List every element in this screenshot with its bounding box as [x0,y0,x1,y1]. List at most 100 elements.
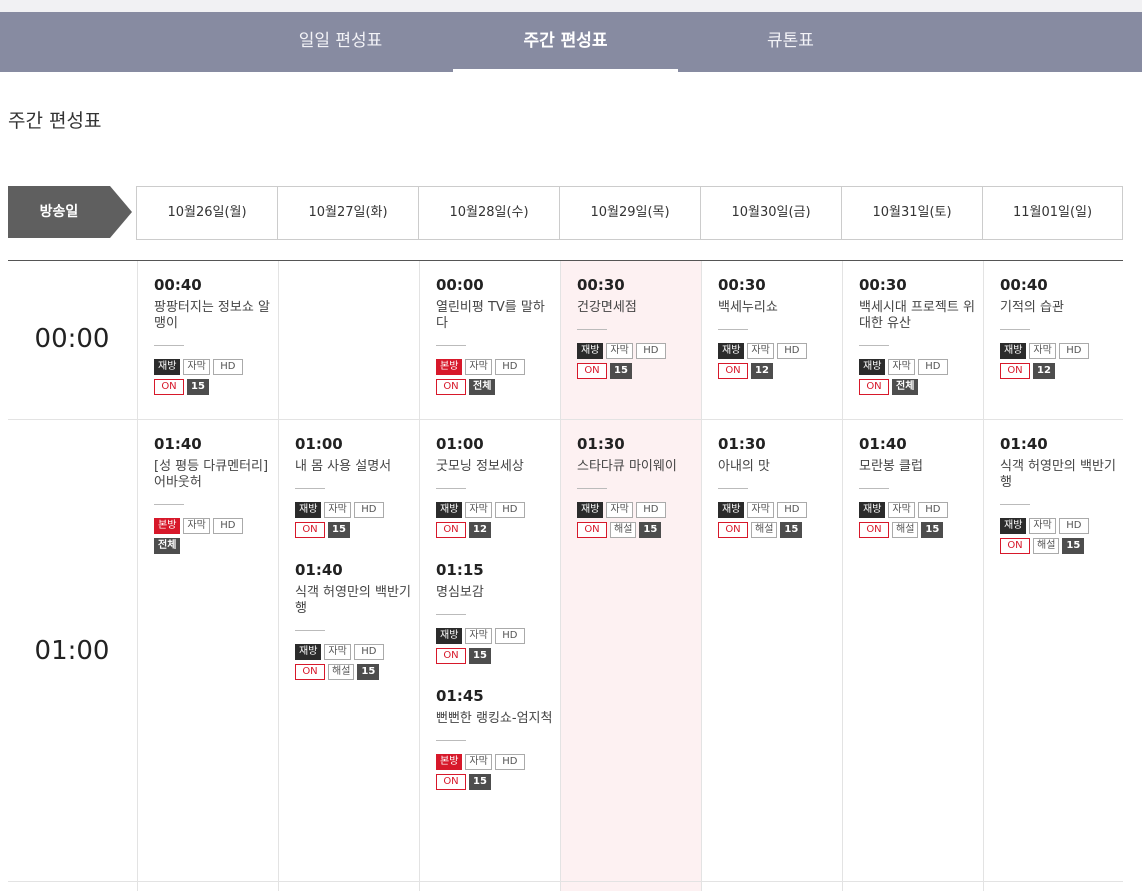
program-title[interactable]: 식객 허영만의 백반기행 [1000,459,1118,491]
program-item[interactable]: 00:40 기적의 습관 재방 자막 HD ON 12 [1000,275,1118,383]
column-divider [137,261,138,891]
separator [577,488,607,489]
separator [436,345,466,346]
age-rating-badge: 15 [357,664,380,680]
program-item[interactable]: 01:30 스타다큐 마이웨이 재방 자막 HD ON 해설 15 [577,434,695,542]
program-time: 00:00 [436,276,484,294]
program-title[interactable]: 내 몸 사용 설명서 [295,459,413,475]
separator [718,488,748,489]
on-badge: ON [295,522,325,538]
program-badges: 재방 자막 HD ON 전체 [859,359,977,395]
program-title[interactable]: 백세누리쇼 [718,300,836,316]
program-time: 01:15 [436,561,484,579]
description-badge: 해설 [328,664,355,680]
separator [859,345,889,346]
program-item[interactable]: 01:30 아내의 맛 재방 자막 HD ON 해설 15 [718,434,836,542]
program-badges: 재방 자막 HD ON 15 [295,502,413,538]
age-rating-badge: 전체 [892,379,919,395]
program-title[interactable]: 기적의 습관 [1000,300,1118,316]
program-title[interactable]: 굿모닝 정보세상 [436,459,554,475]
program-time: 01:45 [436,687,484,705]
program-time: 01:30 [577,435,625,453]
on-badge: ON [859,379,889,395]
separator [859,488,889,489]
first-run-badge: 본방 [436,754,463,770]
program-time: 01:00 [295,435,343,453]
on-badge: ON [1000,538,1030,554]
on-badge: ON [577,363,607,379]
program-badges: 재방 자막 HD ON 12 [436,502,554,538]
hd-badge: HD [494,502,525,518]
date-cell-1: 10월26일(월) [136,187,277,239]
program-title[interactable]: 팡팡터지는 정보쇼 알맹이 [154,300,272,332]
separator [436,614,466,615]
age-rating-badge: 12 [469,522,491,538]
row-divider [8,419,1123,420]
hd-badge: HD [635,502,666,518]
rerun-badge: 재방 [295,502,322,518]
date-cell-4: 10월29일(목) [559,187,700,239]
separator [577,329,607,330]
on-badge: ON [436,774,466,790]
subtitle-badge: 자막 [183,518,210,534]
separator [154,504,184,505]
program-item[interactable]: 01:00 굿모닝 정보세상 재방 자막 HD ON 12 [436,434,554,542]
program-item[interactable]: 00:00 열린비평 TV를 말하다 본방 자막 HD ON 전체 [436,275,554,399]
program-title[interactable]: 뻔뻔한 랭킹쇼-엄지척 [436,711,554,727]
program-badges: 재방 자막 HD ON 15 [154,359,272,395]
program-item[interactable]: 01:45 뻔뻔한 랭킹쇼-엄지척 본방 자막 HD ON 15 [436,686,554,794]
program-item[interactable]: 01:15 명심보감 재방 자막 HD ON 15 [436,560,554,668]
separator [436,488,466,489]
rerun-badge: 재방 [577,343,604,359]
program-item[interactable]: 00:40 팡팡터지는 정보쇼 알맹이 재방 자막 HD ON 15 [154,275,272,399]
program-item[interactable]: 01:40 모란봉 클럽 재방 자막 HD ON 해설 15 [859,434,977,542]
on-badge: ON [718,522,748,538]
program-item[interactable]: 01:40 [성 평등 다큐멘터리] 어바웃허 본방 자막 HD 전체 [154,434,272,558]
separator [154,345,184,346]
program-badges: 재방 자막 HD ON 12 [718,343,836,379]
program-title[interactable]: 아내의 맛 [718,459,836,475]
age-rating-badge: 12 [751,363,773,379]
program-time: 01:00 [436,435,484,453]
separator [1000,329,1030,330]
program-time: 00:40 [1000,276,1048,294]
program-title[interactable]: 백세시대 프로젝트 위대한 유산 [859,300,977,332]
program-title[interactable]: 스타다큐 마이웨이 [577,459,695,475]
separator [436,740,466,741]
program-item[interactable]: 00:30 백세시대 프로젝트 위대한 유산 재방 자막 HD ON 전체 [859,275,977,399]
program-badges: 재방 자막 HD ON 해설 15 [859,502,977,538]
hd-badge: HD [353,644,384,660]
program-title[interactable]: 열린비평 TV를 말하다 [436,300,554,332]
program-title[interactable]: 명심보감 [436,585,554,601]
program-time: 00:30 [718,276,766,294]
program-title[interactable]: 모란봉 클럽 [859,459,977,475]
subtitle-badge: 자막 [324,502,351,518]
date-cell-7: 11월01일(일) [982,187,1123,239]
program-title[interactable]: [성 평등 다큐멘터리] 어바웃허 [154,459,272,491]
separator [295,488,325,489]
program-item[interactable]: 01:40 식객 허영만의 백반기행 재방 자막 HD ON 해설 15 [295,560,413,684]
tab-weekly-schedule[interactable]: 주간 편성표 [453,12,678,72]
program-title[interactable]: 건강면세점 [577,300,695,316]
program-item[interactable]: 01:00 내 몸 사용 설명서재방 자막 HD ON 15 [295,434,413,542]
tab-daily-schedule[interactable]: 일일 편성표 [228,12,453,72]
subtitle-badge: 자막 [324,644,351,660]
program-title[interactable]: 식객 허영만의 백반기행 [295,585,413,617]
hd-badge: HD [1058,518,1089,534]
page-title: 주간 편성표 [8,110,102,132]
on-badge: ON [436,522,466,538]
separator [295,630,325,631]
rerun-badge: 재방 [859,502,886,518]
age-rating-badge: 15 [780,522,803,538]
program-item[interactable]: 00:30 건강면세점 재방 자막 HD ON 15 [577,275,695,383]
first-run-badge: 본방 [436,359,463,375]
rerun-badge: 재방 [718,502,745,518]
date-header-row: 10월26일(월) 10월27일(화) 10월28일(수) 10월29일(목) 10월3… [136,186,1123,240]
hd-badge: HD [917,359,948,375]
tab-cue-sheet[interactable]: 큐톤표 [678,12,903,72]
age-rating-badge: 15 [1062,538,1085,554]
subtitle-badge: 자막 [606,343,633,359]
program-item[interactable]: 01:40 식객 허영만의 백반기행 재방 자막 HD ON 해설 15 [1000,434,1118,558]
hour-label: 00:00 [34,324,110,354]
program-item[interactable]: 00:30 백세누리쇼재방 자막 HD ON 12 [718,275,836,383]
